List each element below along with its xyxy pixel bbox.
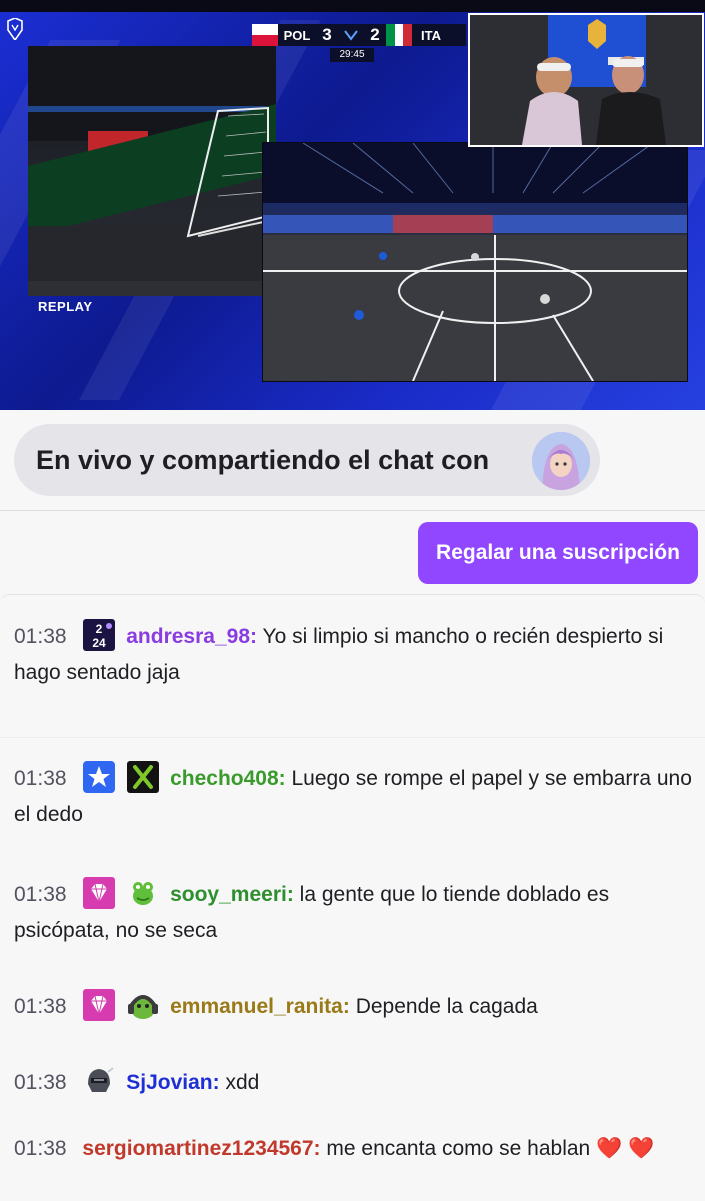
chat-message[interactable]: 01:38 SjJovian: xdd [14,1065,698,1101]
kings-league-logo-icon [7,18,23,40]
section-divider [0,510,705,511]
message-time: 01:38 [14,1071,67,1094]
gift-subscription-button[interactable]: Regalar una suscripción [418,522,698,584]
chat-username[interactable]: emmanuel_ranita [170,995,343,1018]
message-time: 01:38 [14,767,67,790]
replay-scene [28,46,276,296]
home-team: POL [283,27,311,43]
chat-username[interactable]: sergiomartinez1234567 [82,1137,313,1160]
chat-username[interactable]: sooy_meeri [170,883,287,906]
replay-feed [28,46,276,296]
2024-badge-icon[interactable]: 2 24 [82,618,116,652]
helmet-badge-icon[interactable] [82,1064,116,1098]
frog-badge-icon[interactable] [126,876,160,910]
chat-message[interactable]: 01:38 2 24 andresra_98: Yo si limpio si … [14,619,698,691]
shared-chat-text: En vivo y compartiendo el chat con [36,444,490,475]
video-player[interactable]: REPLAY POL 3 2 ITA 29:45 [0,0,705,410]
poland-flag-icon [252,24,278,46]
chat-username[interactable]: andresra_98 [126,625,250,648]
avatar-icon [532,432,590,490]
field-scene [263,143,687,381]
sub-gem-badge-icon[interactable] [82,988,116,1022]
streamer-scene [470,15,702,145]
shared-chat-banner[interactable]: En vivo y compartiendo el chat con [14,424,600,496]
username-colon: : [286,883,294,906]
message-text: xdd [225,1071,260,1094]
message-time: 01:38 [14,625,67,648]
username-colon: : [278,767,286,790]
svg-text:24: 24 [93,636,107,650]
username-colon: : [212,1071,220,1094]
away-score: 2 [370,25,380,44]
message-time: 01:38 [14,883,67,906]
chat-username[interactable]: SjJovian [126,1071,212,1094]
username-colon: : [250,625,258,648]
chat-username[interactable]: checho408 [170,767,279,790]
away-team: ITA [421,27,441,43]
chat-message[interactable]: 01:38 emmanuel_ranita: Depende la cagada [14,989,698,1025]
username-colon: : [342,995,350,1018]
message-text: me encanta como se hablan ❤️ ❤️ [326,1137,655,1160]
chat-panel[interactable]: 01:38 2 24 andresra_98: Yo si limpio si … [0,594,705,1201]
message-separator [0,737,705,738]
username-colon: : [313,1137,321,1160]
shared-channel-avatar[interactable] [532,432,590,490]
message-time: 01:38 [14,995,67,1018]
chat-message[interactable]: 01:38 sooy_meeri: la gente que lo tiende… [14,877,698,949]
svg-text:2: 2 [96,622,103,636]
chat-message[interactable]: 01:38 sergiomartinez1234567: me encanta … [14,1131,698,1167]
field-feed [262,142,688,382]
star-badge-icon[interactable] [82,760,116,794]
frog-headset-badge-icon[interactable] [126,988,160,1022]
message-time: 01:38 [14,1137,67,1160]
streamer-camera [468,13,704,147]
chat-message[interactable]: 01:38 checho408: Luego se rompe el papel… [14,761,698,833]
replay-label: REPLAY [38,299,93,314]
sub-gem-badge-icon[interactable] [82,876,116,910]
italy-flag-icon [386,24,412,46]
scoreboard: POL 3 2 ITA [252,24,466,46]
video-top-bar [0,0,705,12]
match-clock: 29:45 [330,48,374,62]
message-text: Depende la cagada [355,995,538,1018]
league-mark-icon [338,29,364,41]
xbox-badge-icon[interactable] [126,760,160,794]
home-score: 3 [322,25,332,44]
